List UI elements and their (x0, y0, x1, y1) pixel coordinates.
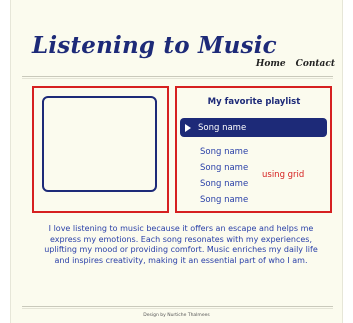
grid-annotation-note: using grid (262, 170, 305, 180)
header-divider-secondary (22, 78, 333, 79)
footer-divider-secondary (22, 308, 333, 309)
playlist-title: My favorite playlist (207, 97, 301, 107)
now-playing-label: Song name (198, 122, 247, 133)
song-item[interactable]: Song name (200, 195, 248, 208)
site-title: Listening to Music (32, 32, 277, 59)
nav-home-link[interactable]: Home (256, 59, 286, 69)
image-placeholder (42, 96, 157, 192)
footer-divider (22, 306, 333, 307)
header-divider (22, 76, 333, 77)
song-list: Song name Song name Song name Song name (200, 147, 248, 208)
about-paragraph: I love listening to music because it off… (44, 224, 318, 265)
song-item[interactable]: Song name (200, 179, 248, 192)
nav-contact-link[interactable]: Contact (296, 59, 335, 69)
song-item[interactable]: Song name (200, 147, 248, 160)
footer-credit: Design by Nurtiche Thalmees (143, 313, 210, 318)
now-playing-song[interactable]: Song name (180, 118, 327, 137)
song-item[interactable]: Song name (200, 163, 248, 176)
main-nav: Home Contact (256, 59, 335, 69)
play-icon (185, 123, 191, 132)
